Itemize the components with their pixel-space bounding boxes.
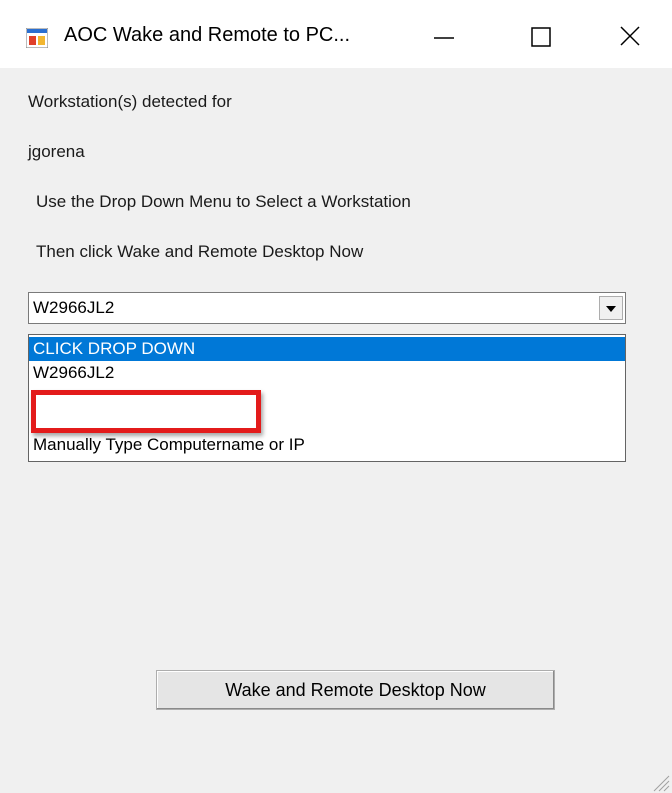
instruction-select-label: Use the Drop Down Menu to Select a Works…: [36, 192, 411, 211]
minimize-icon: [434, 37, 454, 39]
dropdown-arrow-icon: [606, 306, 616, 312]
wake-and-remote-button[interactable]: Wake and Remote Desktop Now: [156, 670, 555, 710]
workstation-dropdown[interactable]: W2966JL2: [28, 292, 626, 324]
instruction-click-label: Then click Wake and Remote Desktop Now: [36, 242, 364, 261]
dropdown-option-manual-entry[interactable]: Manually Type Computername or IP: [29, 433, 625, 457]
username-label: jgorena: [28, 142, 85, 161]
close-icon: [620, 26, 640, 46]
workstation-dropdown-value: W2966JL2: [33, 298, 115, 317]
maximize-button[interactable]: [515, 14, 561, 58]
app-window: AOC Wake and Remote to PC... Workstation…: [0, 0, 672, 793]
dropdown-arrow-button[interactable]: [599, 296, 623, 320]
redaction-highlight-box: [31, 390, 261, 433]
close-button[interactable]: [605, 14, 651, 58]
app-window-icon: [26, 28, 48, 48]
minimize-button[interactable]: [418, 14, 464, 58]
resize-grip-icon[interactable]: [648, 770, 670, 792]
window-title: AOC Wake and Remote to PC...: [64, 24, 351, 46]
dropdown-option-click-drop-down[interactable]: CLICK DROP DOWN: [29, 337, 625, 361]
detected-label: Workstation(s) detected for: [28, 92, 232, 111]
dropdown-option-workstation[interactable]: W2966JL2: [29, 361, 625, 385]
title-bar[interactable]: AOC Wake and Remote to PC...: [0, 0, 672, 68]
maximize-icon: [531, 27, 551, 47]
